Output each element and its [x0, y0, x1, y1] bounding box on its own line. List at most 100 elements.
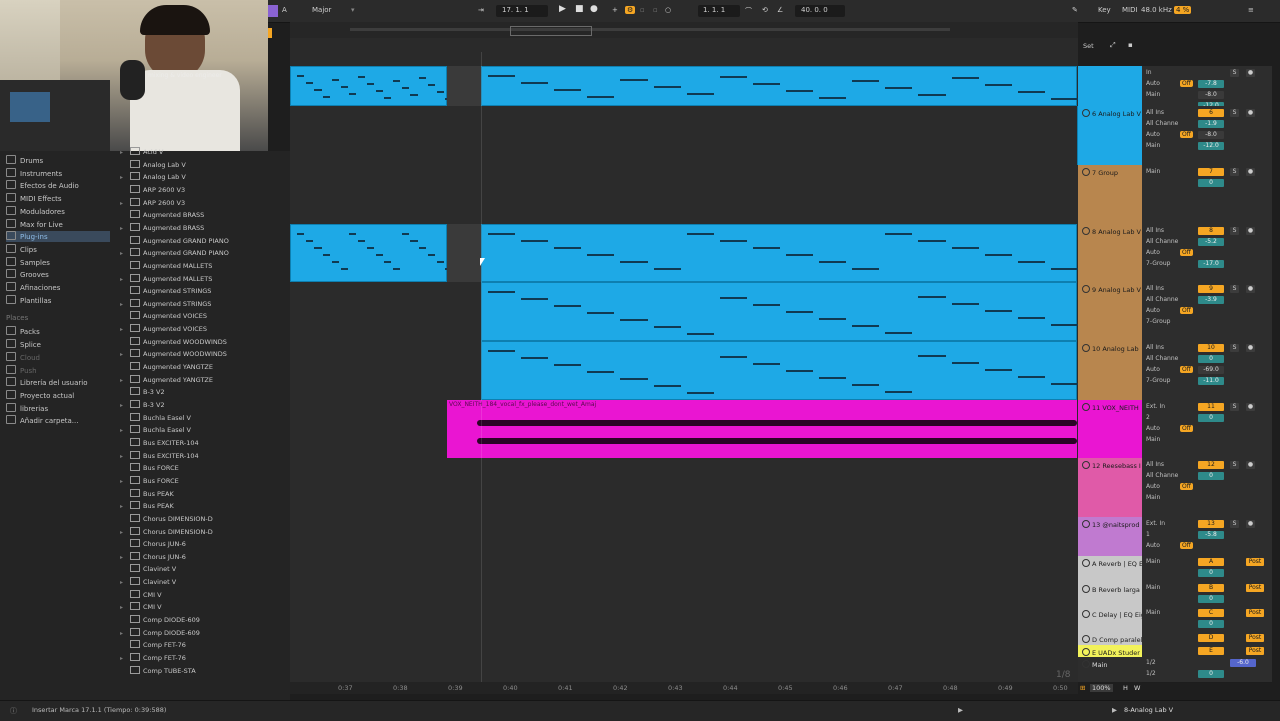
return-letter-button[interactable]: B — [1198, 584, 1224, 592]
track-header[interactable]: 9 Analog Lab V — [1078, 282, 1142, 341]
send-field[interactable]: -17.0 — [1198, 260, 1224, 268]
audio-clip[interactable]: VOX_NEITH_184_vocal_fx_please_dont_wet_A… — [447, 400, 1077, 458]
output-select[interactable]: 1/2 — [1146, 659, 1156, 666]
input-channel-select[interactable]: All Channe — [1146, 355, 1178, 362]
track-number-button[interactable]: 13 — [1198, 520, 1224, 528]
plugin-item[interactable]: B-3 V2 — [120, 386, 165, 398]
plugin-item[interactable]: Clavinet V — [120, 563, 176, 575]
midi-clip[interactable] — [481, 282, 1078, 341]
volume-field[interactable]: 0 — [1198, 595, 1224, 603]
return-letter-button[interactable]: C — [1198, 609, 1224, 617]
expand-arrow-icon[interactable]: ▸ — [120, 501, 130, 513]
plugin-item[interactable]: Chorus DIMENSION-D — [120, 513, 213, 525]
input-channel-select[interactable]: All Channe — [1146, 296, 1178, 303]
arm-button[interactable]: ● — [1246, 520, 1255, 528]
monitor-auto[interactable]: Auto — [1146, 542, 1160, 549]
track-lane[interactable] — [290, 657, 1078, 683]
input-type-select[interactable]: All Ins — [1146, 344, 1164, 351]
post-button[interactable]: Post — [1246, 647, 1264, 655]
expand-arrow-icon[interactable]: ▸ — [120, 248, 130, 260]
plugin-item[interactable]: ▸ Augmented BRASS — [120, 222, 204, 234]
midi-clip[interactable] — [290, 66, 453, 106]
stop-icon[interactable]: ■ — [575, 4, 584, 14]
volume-field[interactable]: 0 — [1198, 620, 1224, 628]
midi-clip[interactable] — [481, 224, 1078, 282]
expand-arrow-icon[interactable]: ▸ — [120, 425, 130, 437]
return-letter-button[interactable]: A — [1198, 558, 1224, 566]
track-lane[interactable] — [290, 607, 1078, 633]
arm-button[interactable]: ● — [1246, 69, 1255, 77]
place-a-adir-carpeta-[interactable]: Añadir carpeta... — [6, 415, 110, 426]
track-lane[interactable] — [290, 106, 1078, 166]
expand-arrow-icon[interactable]: ▸ — [120, 552, 130, 564]
automation-arm-icon[interactable]: ⚙ — [625, 6, 636, 14]
track-number-button[interactable]: 7 — [1198, 168, 1224, 176]
track-number-button[interactable]: 8 — [1198, 227, 1224, 235]
plugin-item[interactable]: Buchla Easel V — [120, 412, 191, 424]
monitor-off[interactable]: Off — [1180, 131, 1193, 138]
plugin-item[interactable]: ▸ Comp DIODE-609 — [120, 627, 200, 639]
pan-field[interactable]: -69.0 — [1198, 366, 1224, 374]
output-select[interactable]: Main — [1146, 584, 1160, 591]
post-button[interactable]: Post — [1246, 558, 1264, 566]
output-select[interactable]: Main — [1146, 609, 1160, 616]
plugin-item[interactable]: Chorus JUN-6 — [120, 538, 186, 550]
track-activator-icon[interactable] — [1082, 585, 1090, 593]
post-button[interactable]: Post — [1246, 634, 1264, 642]
monitor-auto[interactable]: Auto — [1146, 131, 1160, 138]
plugin-item[interactable]: ▸ Bus PEAK — [120, 500, 174, 512]
solo-button[interactable]: S — [1230, 461, 1239, 469]
plugin-item[interactable]: Augmented MALLETS — [120, 260, 212, 272]
place-librer-a-del-usuario[interactable]: Librería del usuario — [6, 377, 110, 388]
record-icon[interactable]: ● — [590, 4, 598, 14]
track-header[interactable] — [1078, 66, 1142, 106]
output-select[interactable]: Main — [1146, 142, 1160, 149]
input-channel-select[interactable]: 2 — [1146, 414, 1150, 421]
plugin-item[interactable]: ▸ Buchla Easel V — [120, 424, 191, 436]
chevron-down-icon[interactable]: ▾ — [351, 6, 355, 14]
expand-arrow-icon[interactable]: ▸ — [120, 299, 130, 311]
plugin-item[interactable]: Augmented STRINGS — [120, 285, 211, 297]
expand-arrow-icon[interactable]: ▸ — [120, 274, 130, 286]
arm-button[interactable]: ● — [1246, 285, 1255, 293]
input-channel-select[interactable]: 1 — [1146, 531, 1150, 538]
plugin-item[interactable]: ▸ Augmented YANGTZE — [120, 374, 213, 386]
track-activator-icon[interactable] — [1082, 635, 1090, 643]
track-header[interactable]: 12 Reesebass I — [1078, 458, 1142, 517]
input-type-select[interactable]: All Ins — [1146, 109, 1164, 116]
place-splice[interactable]: Splice — [6, 339, 110, 350]
plugin-item[interactable]: ▸ Analog Lab V — [120, 171, 186, 183]
solo-button[interactable]: S — [1230, 285, 1239, 293]
input-type-select[interactable]: Ext. In — [1146, 403, 1165, 410]
solo-button[interactable]: S — [1230, 403, 1239, 411]
input-type-select[interactable]: All Ins — [1146, 285, 1164, 292]
plugin-item[interactable]: Comp DIODE-609 — [120, 614, 200, 626]
arm-button[interactable]: ● — [1246, 168, 1255, 176]
plugin-item[interactable]: ▸ Chorus DIMENSION-D — [120, 526, 213, 538]
volume-field[interactable]: -7.8 — [1198, 80, 1224, 88]
return-track-header[interactable]: A Reverb | EQ Ei — [1078, 556, 1142, 582]
plugin-item[interactable]: ▸ Augmented VOICES — [120, 323, 207, 335]
track-number-button[interactable]: 9 — [1198, 285, 1224, 293]
capture-icon[interactable]: ▫ — [640, 6, 645, 14]
midi-clip[interactable] — [481, 66, 1078, 106]
plugin-item[interactable]: ▸ Clavinet V — [120, 576, 176, 588]
pan-field[interactable]: -8.0 — [1198, 131, 1224, 139]
arm-button[interactable]: ● — [1246, 227, 1255, 235]
plugin-item[interactable]: Augmented WOODWINDS — [120, 336, 227, 348]
plugin-item[interactable]: Comp FET-76 — [120, 639, 186, 651]
midi-map-button[interactable]: MIDI — [1122, 6, 1138, 14]
volume-field[interactable]: 0 — [1198, 670, 1224, 678]
solo-button[interactable]: S — [1230, 520, 1239, 528]
return-track-header[interactable]: D Comp paralel — [1078, 632, 1142, 645]
browser-category-afinaciones[interactable]: Afinaciones — [6, 282, 110, 293]
output-select[interactable]: Main — [1146, 494, 1160, 501]
track-header[interactable]: 8 Analog Lab V — [1078, 224, 1142, 282]
midi-clip[interactable] — [290, 224, 453, 282]
input-channel-select[interactable]: All Channe — [1146, 238, 1178, 245]
send-field[interactable]: -11.0 — [1198, 377, 1224, 385]
track-activator-icon[interactable] — [1082, 520, 1090, 528]
track-activator-icon[interactable] — [1082, 461, 1090, 469]
browser-category-plantillas[interactable]: Plantillas — [6, 294, 110, 306]
expand-arrow-icon[interactable]: ▸ — [120, 527, 130, 539]
